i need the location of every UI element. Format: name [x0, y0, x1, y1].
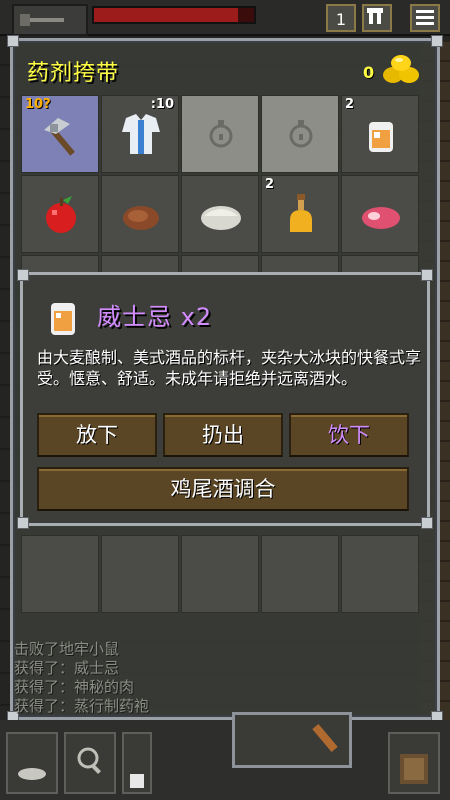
slot-quantity: 2 — [345, 97, 355, 112]
throw-button[interactable]: 扔出 — [163, 413, 283, 457]
window-corner — [7, 35, 19, 47]
drop-button[interactable]: 放下 — [37, 413, 157, 457]
drink-button[interactable]: 饮下 — [289, 413, 409, 457]
gold-pile-icon — [383, 55, 419, 83]
window-corner — [421, 517, 433, 529]
potion-bottle-icon — [290, 194, 312, 232]
apple-icon — [46, 196, 76, 233]
item-title: 威士忌 x2 — [97, 303, 213, 331]
backpack-icon — [130, 774, 144, 788]
bag-title: 药剂挎带 — [27, 61, 120, 86]
empty-slot-icon — [289, 120, 313, 148]
window-corner — [17, 517, 29, 529]
health-fill — [94, 8, 238, 22]
inventory-slot[interactable] — [181, 535, 259, 613]
dart-icon — [312, 723, 338, 753]
empty-slot-icon — [209, 120, 233, 148]
game-log: 击败了地牢小鼠 获得了：威士忌 获得了：神秘的肉 获得了：蒸行制药袍 — [14, 640, 244, 716]
pasty-icon — [201, 206, 241, 230]
inventory-slot[interactable] — [261, 535, 339, 613]
log-line: 击败了地牢小鼠 — [14, 640, 120, 658]
inventory-slot-meat[interactable] — [101, 175, 179, 253]
inventory-slot-pasty[interactable] — [181, 175, 259, 253]
inventory-slot-apple[interactable] — [21, 175, 99, 253]
meat-icon — [123, 206, 159, 230]
health-bar — [92, 6, 256, 24]
inventory-slot-empty[interactable] — [261, 95, 339, 173]
top-hud: 1 — [0, 0, 450, 36]
hourglass-icon — [18, 768, 46, 780]
inventory-slot-steak[interactable] — [341, 175, 419, 253]
log-line: 获得了：神秘的肉 — [14, 678, 135, 696]
inventory-slot[interactable] — [101, 535, 179, 613]
cocktail-button[interactable]: 鸡尾酒调合 — [37, 467, 409, 511]
menu-icon — [416, 10, 434, 25]
pickaxe-icon — [44, 118, 75, 156]
search-icon — [77, 747, 101, 774]
window-corner — [431, 35, 443, 47]
journal-button[interactable] — [388, 732, 440, 794]
inventory-slot[interactable] — [341, 535, 419, 613]
item-description: 由大麦酿制、美式酒品的标杆，夹杂大冰块的快餐式享受。惬意、舒适。未成年请拒绝并远… — [37, 348, 422, 388]
menu-button[interactable] — [410, 4, 440, 32]
inventory-slot[interactable] — [21, 535, 99, 613]
window-corner — [421, 269, 433, 281]
inventory-slot-pickaxe[interactable]: 10? — [21, 95, 99, 173]
whiskey-icon — [51, 303, 75, 335]
inventory-slot-whiskey[interactable]: 2 — [341, 95, 419, 173]
item-info-popup: 威士忌 x2 由大麦酿制、美式酒品的标杆，夹杂大冰块的快餐式享受。惬意、舒适。未… — [17, 269, 433, 529]
depth-indicator-button[interactable]: 1 — [326, 4, 356, 32]
whiskey-icon — [369, 122, 393, 152]
hero-portrait-button[interactable] — [12, 4, 88, 36]
wait-button[interactable] — [6, 732, 58, 794]
journal-icon — [400, 754, 428, 784]
cloth-armor-icon — [122, 114, 160, 154]
quickslot[interactable] — [232, 712, 352, 768]
inventory-slot-cloth-armor[interactable]: :10 — [101, 95, 179, 173]
search-button[interactable] — [64, 732, 116, 794]
inventory-button[interactable] — [122, 732, 152, 794]
log-line: 获得了：蒸行制药袍 — [14, 697, 150, 715]
window-corner — [17, 269, 29, 281]
inventory-slot-potion[interactable]: 2 — [261, 175, 339, 253]
log-line: 获得了：威士忌 — [14, 659, 120, 677]
inventory-slot-empty[interactable] — [181, 95, 259, 173]
raw-steak-icon — [362, 207, 400, 229]
gold-count: 0 — [363, 63, 375, 82]
keys-icon — [367, 8, 383, 24]
slot-quantity: 2 — [265, 177, 275, 192]
key-icon — [20, 14, 64, 26]
keys-button[interactable] — [362, 4, 392, 32]
